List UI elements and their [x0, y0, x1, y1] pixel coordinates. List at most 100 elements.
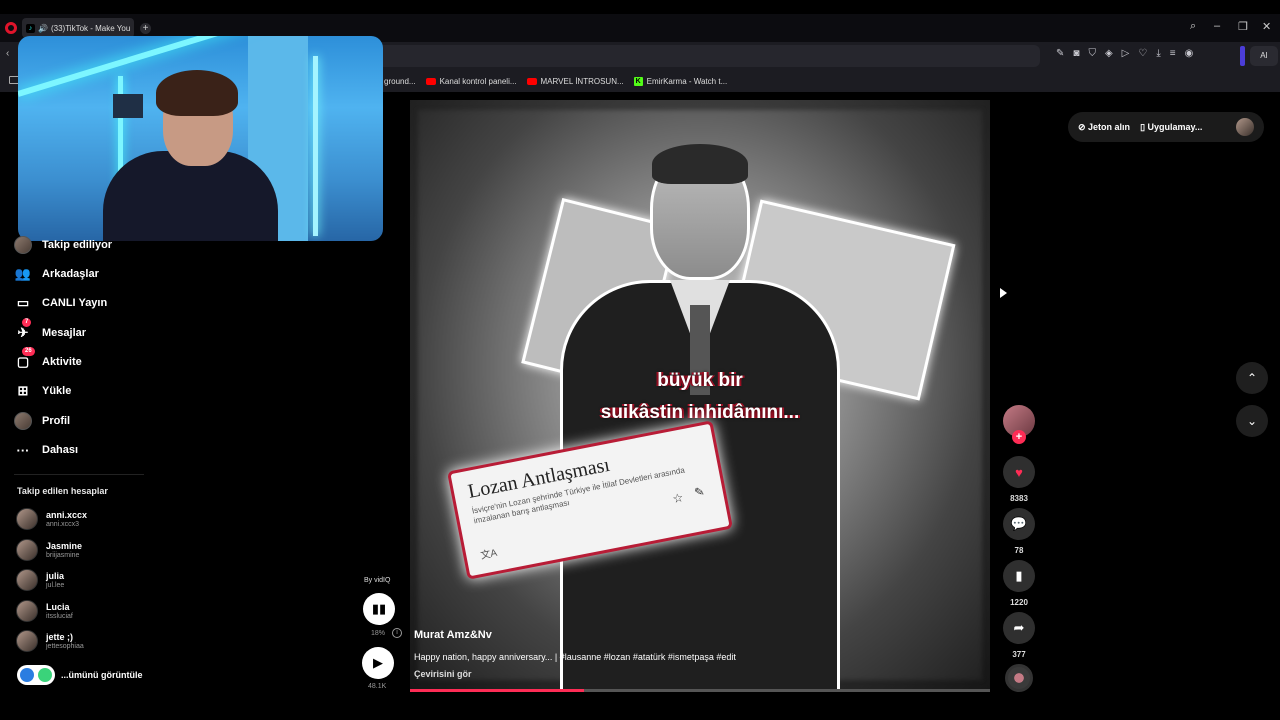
video-description: Happy nation, happy anniversary... | #la… — [414, 652, 736, 662]
see-translation-link[interactable]: Çevirisini gör — [414, 669, 472, 679]
share-count: 377 — [1012, 650, 1026, 659]
play-icon: ▶ — [373, 655, 383, 670]
chevron-up-icon: ⌃ — [1246, 371, 1258, 385]
new-tab-button[interactable]: + — [140, 23, 151, 34]
account-handle: itsslucia‍f — [46, 612, 73, 620]
star-icon: ☆ — [671, 490, 685, 507]
following-account[interactable]: Jasmine briijasmine — [16, 539, 82, 561]
heart-icon[interactable]: ♡ — [1138, 48, 1147, 59]
sidebar-item-label: Mesajlar — [42, 327, 87, 339]
get-coins-button[interactable]: ⊘ Jeton alın — [1078, 122, 1130, 133]
see-all-button[interactable]: ...ümünü görüntüle — [17, 665, 143, 685]
sidebar-item-label: Yükle — [42, 385, 72, 397]
info-icon[interactable]: i — [392, 628, 402, 638]
comment-icon: 💬 — [1010, 516, 1028, 531]
avatar — [16, 569, 38, 591]
messages-badge: 7 — [22, 318, 32, 327]
activity-badge: 26 — [22, 347, 35, 356]
play-icon[interactable]: ▷ — [1122, 48, 1130, 59]
bookmark-item[interactable]: ground... — [384, 77, 416, 86]
play-button[interactable]: ▶ — [362, 647, 394, 679]
webcam-overlay — [18, 36, 383, 241]
vpn-icon[interactable]: ◈ — [1105, 48, 1113, 59]
video-portrait-hair — [652, 144, 748, 184]
video-progress-fill — [410, 689, 584, 692]
follow-plus-icon[interactable]: + — [1012, 430, 1026, 444]
share-action: ➦ 377 — [1003, 612, 1035, 659]
browser-tab[interactable]: ♪ 🔊 (33)TikTok - Make You — [22, 18, 134, 38]
camera-icon[interactable]: ◙ — [1073, 48, 1079, 59]
video-player[interactable]: büyük bir suikâstin inhidâmını... Lozan … — [410, 100, 990, 690]
share-icon: ➦ — [1013, 620, 1025, 635]
get-app-button[interactable]: ▯ Uygulamay... — [1140, 122, 1202, 133]
kick-icon: K — [633, 76, 643, 86]
share-button[interactable]: ➦ — [1003, 612, 1035, 644]
comment-count: 78 — [1014, 546, 1024, 555]
edit-icon[interactable]: ✎ — [1056, 48, 1064, 59]
back-icon[interactable]: ‹ — [6, 48, 9, 59]
next-video-button[interactable]: ⌄ — [1236, 405, 1268, 437]
sidebar-item-friends[interactable]: 👥 Arkadaşlar — [14, 263, 99, 285]
extension-toggle-icon[interactable] — [17, 665, 55, 685]
sidebar-divider — [14, 474, 144, 475]
menu-icon[interactable]: ≡ — [1170, 48, 1176, 59]
sidebar-item-label: Arkadaşlar — [42, 268, 99, 280]
following-account[interactable]: julia jul.lee — [16, 569, 64, 591]
profile-icon[interactable]: ◉ — [1185, 48, 1194, 59]
youtube-icon — [526, 77, 537, 85]
see-all-label: ...ümünü görüntüle — [61, 670, 143, 680]
save-action: ▮ 1220 — [1003, 560, 1035, 607]
following-account[interactable]: jette ;) jettesophiaa — [16, 630, 84, 652]
sidebar-item-more[interactable]: ··· Dahası — [14, 439, 79, 461]
sidebar-item-messages[interactable]: ✈ 7 Mesajlar — [14, 318, 87, 344]
speaker-icon[interactable]: 🔊 — [38, 24, 48, 33]
bookmark-item[interactable]: K EmirKarma - Watch t... — [633, 76, 727, 86]
sidebar-item-following[interactable]: Takip ediliyor — [14, 234, 112, 256]
sidebar-item-profile[interactable]: Profil — [14, 410, 70, 432]
webcam-person-hair — [156, 70, 238, 116]
following-account[interactable]: anni.xccx anni.xccx3 — [16, 508, 87, 530]
close-icon[interactable]: ✕ — [1262, 20, 1271, 33]
search-icon[interactable]: ⌕ — [1190, 20, 1196, 33]
video-author[interactable]: Murat Amz&Nv — [414, 629, 492, 641]
sidebar-accent — [1240, 46, 1245, 66]
get-coins-label: Jeton alın — [1088, 121, 1131, 132]
sidebar-item-activity[interactable]: ▢ 26 Aktivite — [14, 347, 82, 373]
account-handle: anni.xccx3 — [46, 520, 80, 528]
activity-icon: ▢ 26 — [14, 347, 35, 371]
bookmark-item[interactable]: MARVEL İNTROSUN... — [526, 76, 624, 86]
sidebar-item-label: Aktivite — [42, 356, 82, 368]
ai-label: AI — [1260, 51, 1268, 60]
opera-logo-icon[interactable] — [5, 22, 17, 34]
comment-action: 💬 78 — [1003, 508, 1035, 555]
save-button[interactable]: ▮ — [1003, 560, 1035, 592]
youtube-icon — [425, 77, 436, 85]
sidebar-item-live[interactable]: ▭ CANLI Yayın — [14, 292, 107, 314]
vidiq-percent: 18% — [371, 630, 386, 637]
following-section-title: Takip edilen hesaplar — [17, 486, 108, 496]
video-caption-line: suikâstin inhidâmını... — [600, 402, 800, 423]
restore-icon[interactable]: ❐ — [1238, 20, 1248, 33]
bookmark-item[interactable]: Kanal kontrol paneli... — [425, 77, 517, 86]
video-caption-line: büyük bir — [657, 370, 743, 391]
webcam-monitor — [113, 94, 143, 118]
music-disc-icon[interactable] — [1005, 664, 1033, 692]
avatar — [16, 600, 38, 622]
sidebar-item-upload[interactable]: ⊞ Yükle — [14, 380, 72, 402]
webcam-led-strip — [313, 56, 318, 236]
bookmark-label: MARVEL İNTROSUN... — [540, 76, 624, 86]
minimize-icon[interactable]: – — [1214, 20, 1220, 32]
video-progress-bar[interactable] — [410, 689, 990, 692]
avatar[interactable] — [1236, 118, 1254, 136]
vidiq-views: 48.1K — [368, 683, 387, 690]
download-icon[interactable]: ⤓ — [1156, 48, 1160, 59]
previous-video-button[interactable]: ⌃ — [1236, 362, 1268, 394]
like-button[interactable]: ♥ — [1003, 456, 1035, 488]
translate-icon: 文A — [479, 547, 499, 562]
sidebar-item-label: Profil — [42, 415, 71, 427]
comment-button[interactable]: 💬 — [1003, 508, 1035, 540]
vidiq-stats-button[interactable]: ▮▮ — [363, 593, 395, 625]
ai-button[interactable]: AI — [1250, 46, 1278, 66]
following-account[interactable]: Lucia itsslucia‍f — [16, 600, 73, 622]
shield-icon[interactable]: ⛉ — [1088, 48, 1096, 59]
